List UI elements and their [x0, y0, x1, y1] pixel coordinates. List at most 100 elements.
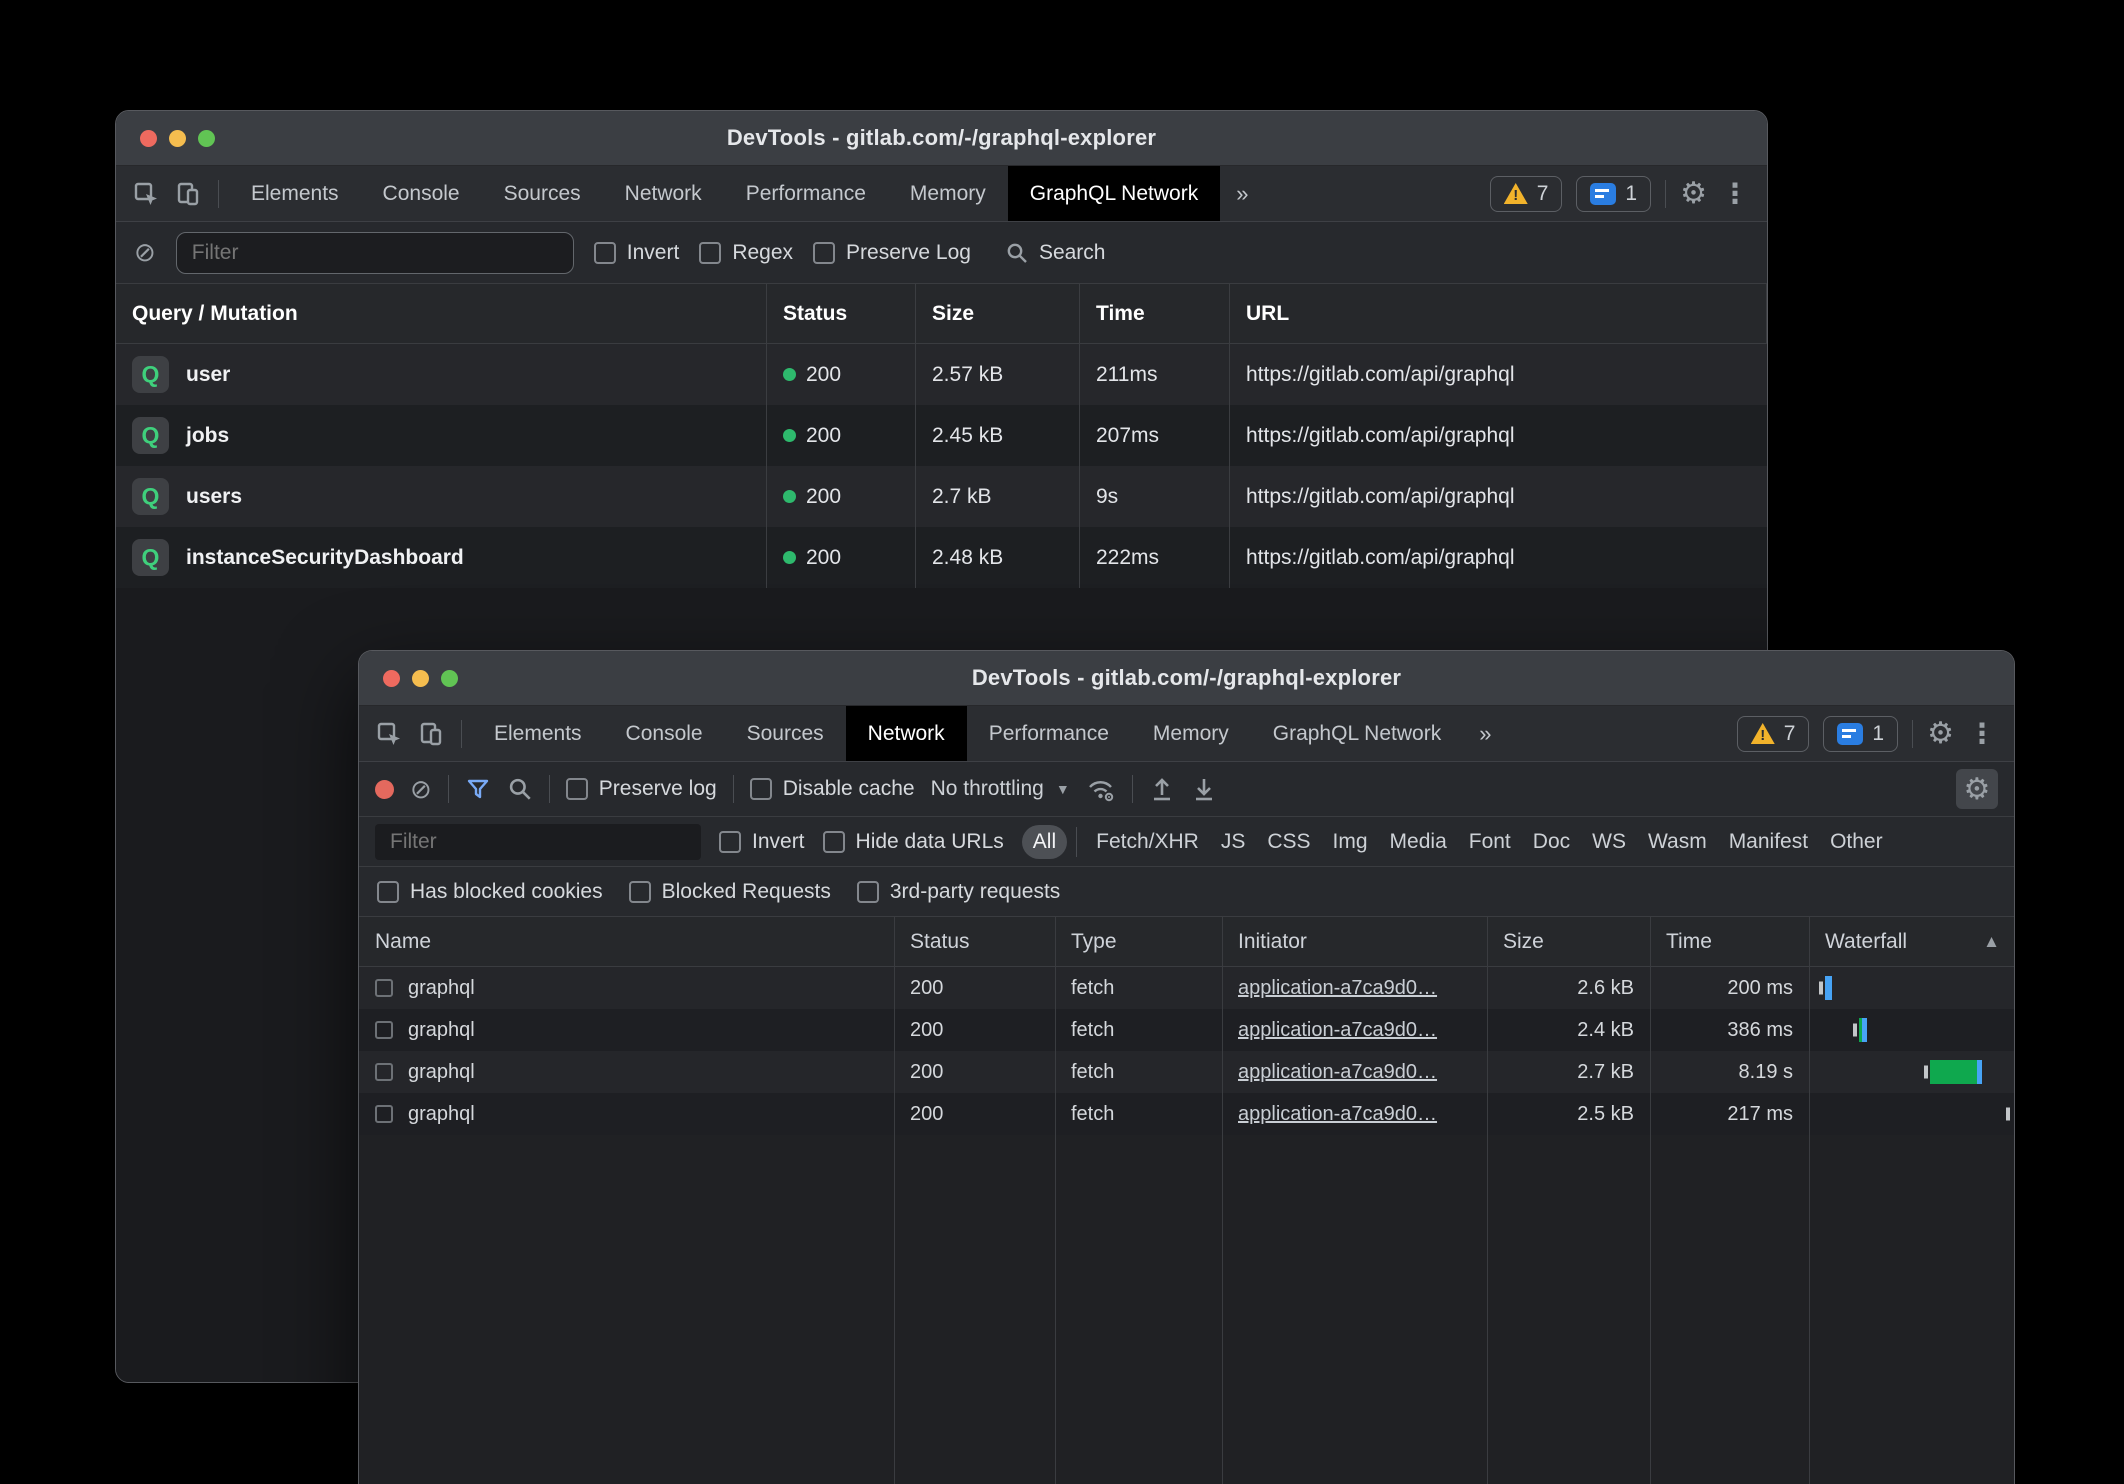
graphql-filter-input[interactable]: [176, 232, 574, 274]
column-header[interactable]: Status: [767, 284, 916, 343]
type-filter-chip[interactable]: Doc: [1522, 825, 1581, 859]
window-titlebar[interactable]: DevTools - gitlab.com/-/graphql-explorer: [359, 651, 2014, 706]
checkbox[interactable]: [857, 881, 879, 903]
graphql-request-row[interactable]: Q users 200 2.7 kB 9s https://gitlab.com…: [116, 466, 1767, 527]
panel-tab[interactable]: Performance: [724, 166, 888, 221]
row-checkbox[interactable]: [375, 979, 393, 997]
column-header[interactable]: Initiator: [1222, 917, 1487, 966]
panel-tab[interactable]: Network: [603, 166, 724, 221]
filter-checkbox[interactable]: Regex: [699, 241, 793, 265]
panel-tab[interactable]: Elements: [229, 166, 361, 221]
export-har-icon[interactable]: [1191, 775, 1217, 803]
zoom-window-button[interactable]: [441, 670, 458, 687]
type-filter-chip[interactable]: WS: [1581, 825, 1637, 859]
type-filter-chip[interactable]: Wasm: [1637, 825, 1718, 859]
network-conditions-icon[interactable]: [1086, 775, 1116, 803]
filter-funnel-icon[interactable]: [465, 776, 491, 802]
column-header[interactable]: Time: [1080, 284, 1230, 343]
column-header[interactable]: Query / Mutation: [116, 284, 767, 343]
filter-checkbox[interactable]: Preserve Log: [813, 241, 971, 265]
type-filter-chip[interactable]: Media: [1379, 825, 1458, 859]
column-header[interactable]: URL: [1230, 284, 1767, 343]
network-settings-button[interactable]: ⚙: [1956, 769, 1998, 809]
panel-tab[interactable]: Network: [846, 706, 967, 761]
inspect-element-icon[interactable]: [132, 180, 160, 208]
type-filter-chip[interactable]: All: [1022, 825, 1067, 859]
filter-checkbox[interactable]: Invert: [594, 241, 680, 265]
panel-tab[interactable]: Console: [361, 166, 482, 221]
window-titlebar[interactable]: DevTools - gitlab.com/-/graphql-explorer: [116, 111, 1767, 166]
panel-tab[interactable]: Memory: [1131, 706, 1251, 761]
panel-tab[interactable]: GraphQL Network: [1008, 166, 1220, 221]
request-filter-checkbox[interactable]: 3rd-party requests: [857, 880, 1060, 904]
warnings-badge[interactable]: ! 7: [1490, 176, 1563, 212]
checkbox[interactable]: [594, 242, 616, 264]
checkbox[interactable]: [699, 242, 721, 264]
panel-tab[interactable]: Performance: [967, 706, 1131, 761]
column-header[interactable]: Size: [1487, 917, 1650, 966]
panel-tab[interactable]: Console: [604, 706, 725, 761]
network-request-row[interactable]: graphql 200 fetch application-a7ca9d0… 2…: [359, 967, 2014, 1009]
row-checkbox[interactable]: [375, 1021, 393, 1039]
initiator-link[interactable]: application-a7ca9d0…: [1238, 1061, 1437, 1084]
type-filter-chip[interactable]: Img: [1322, 825, 1379, 859]
type-filter-chip[interactable]: CSS: [1256, 825, 1321, 859]
search-icon[interactable]: [507, 776, 533, 802]
type-filter-chip[interactable]: Manifest: [1718, 825, 1819, 859]
panel-tab[interactable]: Memory: [888, 166, 1008, 221]
column-header[interactable]: Status: [894, 917, 1055, 966]
checkbox[interactable]: [750, 778, 772, 800]
preserve-log-checkbox[interactable]: Preserve log: [566, 777, 717, 801]
type-filter-chip[interactable]: Font: [1458, 825, 1522, 859]
zoom-window-button[interactable]: [198, 130, 215, 147]
graphql-request-row[interactable]: Q user 200 2.57 kB 211ms https://gitlab.…: [116, 344, 1767, 405]
type-filter-chip[interactable]: Fetch/XHR: [1085, 825, 1210, 859]
checkbox[interactable]: [813, 242, 835, 264]
close-window-button[interactable]: [140, 130, 157, 147]
graphql-request-row[interactable]: Q jobs 200 2.45 kB 207ms https://gitlab.…: [116, 405, 1767, 466]
hide-data-urls-checkbox[interactable]: Hide data URLs: [823, 830, 1004, 854]
type-filter-chip[interactable]: Other: [1819, 825, 1894, 859]
request-filter-checkbox[interactable]: Has blocked cookies: [377, 880, 603, 904]
device-toolbar-icon[interactable]: [174, 180, 202, 208]
column-header[interactable]: Size: [916, 284, 1080, 343]
request-filter-checkbox[interactable]: Blocked Requests: [629, 880, 831, 904]
column-header[interactable]: Type: [1055, 917, 1222, 966]
minimize-window-button[interactable]: [169, 130, 186, 147]
warnings-badge[interactable]: ! 7: [1737, 716, 1810, 752]
disable-cache-checkbox[interactable]: Disable cache: [750, 777, 915, 801]
issues-badge[interactable]: 1: [1576, 176, 1651, 212]
column-header[interactable]: Name: [359, 917, 894, 966]
network-request-row[interactable]: graphql 200 fetch application-a7ca9d0… 2…: [359, 1009, 2014, 1051]
initiator-link[interactable]: application-a7ca9d0…: [1238, 1019, 1437, 1042]
row-checkbox[interactable]: [375, 1063, 393, 1081]
panel-tab[interactable]: Sources: [482, 166, 603, 221]
device-toolbar-icon[interactable]: [417, 720, 445, 748]
settings-gear-icon[interactable]: ⚙: [1927, 716, 1954, 751]
issues-badge[interactable]: 1: [1823, 716, 1898, 752]
inspect-element-icon[interactable]: [375, 720, 403, 748]
record-network-log-button[interactable]: [375, 780, 394, 799]
network-request-row[interactable]: graphql 200 fetch application-a7ca9d0… 2…: [359, 1093, 2014, 1135]
checkbox[interactable]: [566, 778, 588, 800]
panel-tab[interactable]: Sources: [725, 706, 846, 761]
more-tabs-button[interactable]: »: [1463, 706, 1507, 761]
initiator-link[interactable]: application-a7ca9d0…: [1238, 1103, 1437, 1126]
network-filter-input[interactable]: [375, 824, 701, 860]
network-request-row[interactable]: graphql 200 fetch application-a7ca9d0… 2…: [359, 1051, 2014, 1093]
clear-icon[interactable]: ⊘: [134, 237, 156, 268]
column-header[interactable]: Time: [1650, 917, 1809, 966]
close-window-button[interactable]: [383, 670, 400, 687]
panel-tab[interactable]: Elements: [472, 706, 604, 761]
minimize-window-button[interactable]: [412, 670, 429, 687]
initiator-link[interactable]: application-a7ca9d0…: [1238, 977, 1437, 1000]
clear-network-log-icon[interactable]: ⊘: [410, 774, 432, 805]
row-checkbox[interactable]: [375, 1105, 393, 1123]
checkbox[interactable]: [823, 831, 845, 853]
import-har-icon[interactable]: [1149, 775, 1175, 803]
graphql-request-row[interactable]: Q instanceSecurityDashboard 200 2.48 kB …: [116, 527, 1767, 588]
invert-checkbox[interactable]: Invert: [719, 830, 805, 854]
type-filter-chip[interactable]: JS: [1210, 825, 1257, 859]
throttling-dropdown[interactable]: No throttling ▼: [931, 777, 1070, 801]
search-control[interactable]: Search: [1005, 241, 1106, 265]
